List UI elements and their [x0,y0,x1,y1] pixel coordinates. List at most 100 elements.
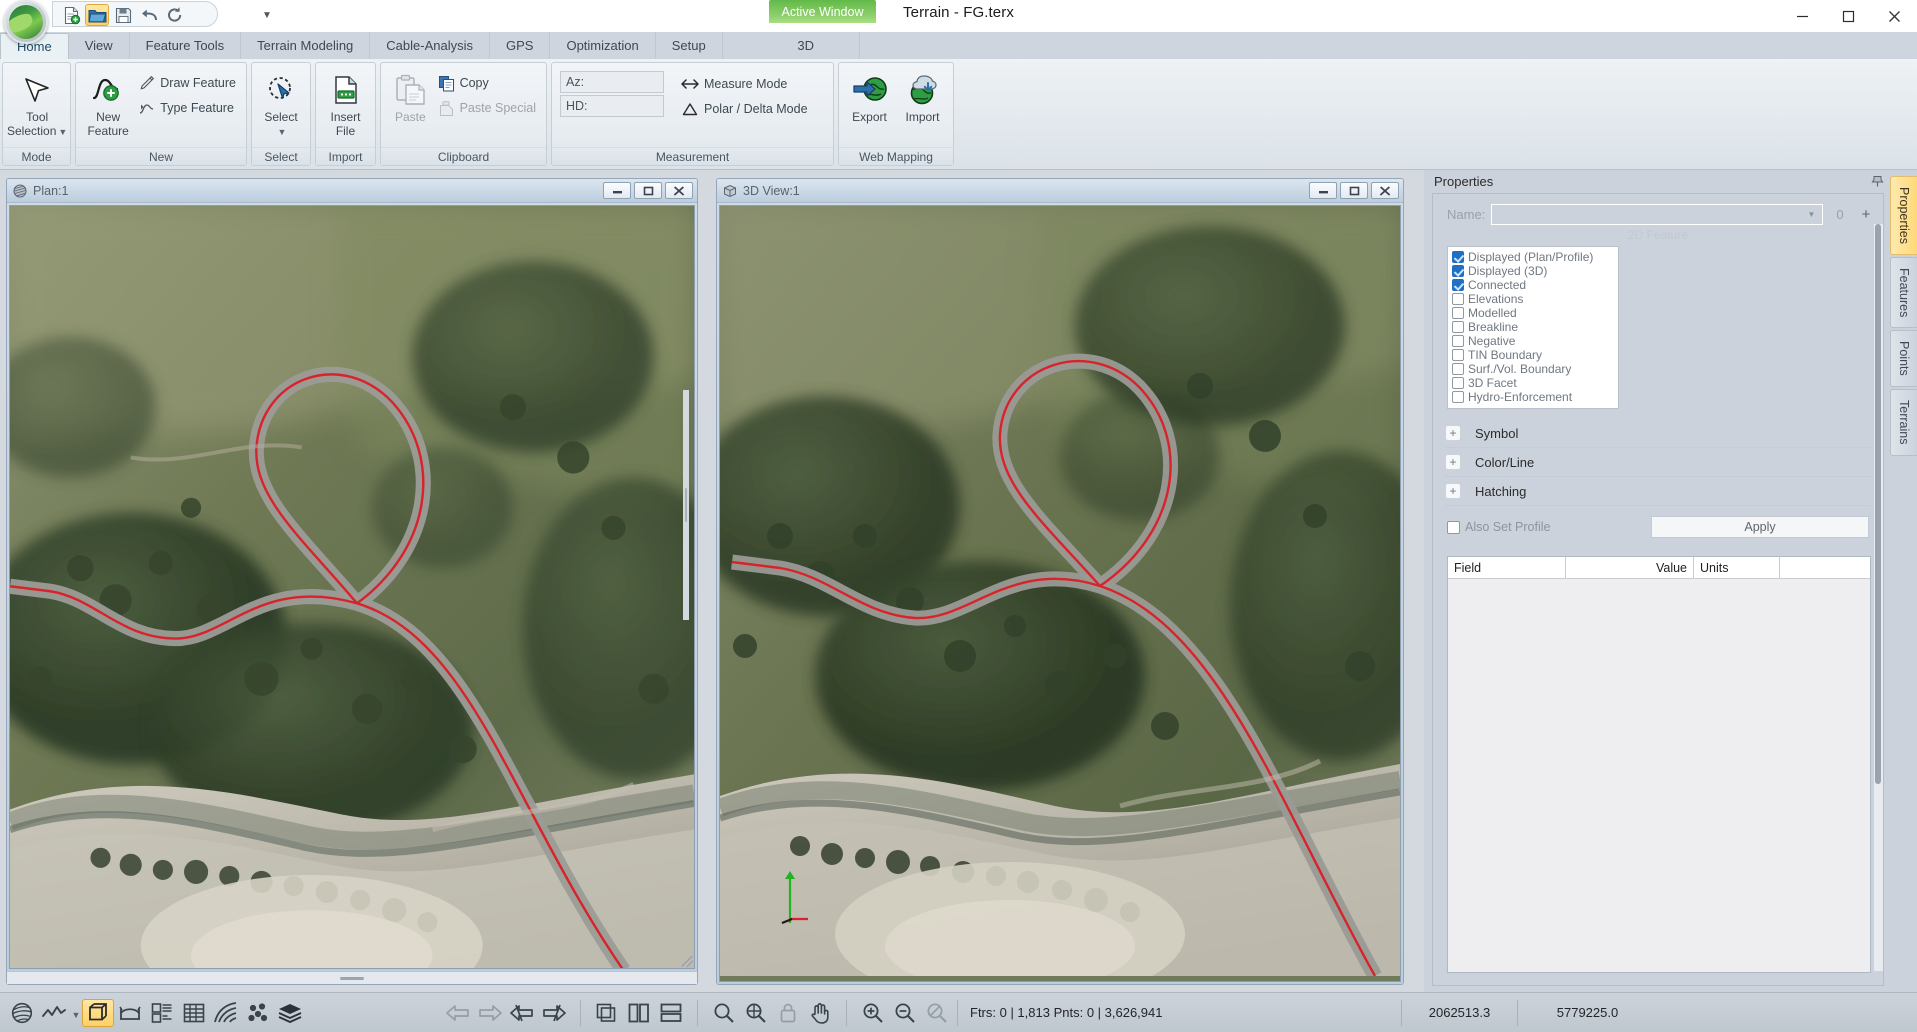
insert-file-button[interactable]: Insert File [320,67,371,138]
tab-terrain-modeling[interactable]: Terrain Modeling [241,32,371,59]
profile-icon[interactable] [38,999,70,1027]
grid-header-units[interactable]: Units [1694,557,1780,578]
grid-header-value[interactable]: Value [1566,557,1694,578]
checkbox-surf-vol-boundary[interactable]: Surf./Vol. Boundary [1452,362,1614,376]
checkbox-connected[interactable]: Connected [1452,278,1614,292]
plan-minimize-button[interactable] [603,182,631,199]
tab-feature-tools[interactable]: Feature Tools [130,32,242,59]
new-feature-button[interactable]: New Feature [80,67,136,138]
azimuth-field[interactable]: Az: [560,71,664,93]
polar-delta-mode-button[interactable]: Polar / Delta Mode [679,98,814,120]
table-icon[interactable] [178,999,210,1027]
chevron-down-icon[interactable]: ▼ [1803,206,1820,223]
plan-maximize-button[interactable] [634,182,662,199]
checkbox-3d-facet[interactable]: 3D Facet [1452,376,1614,390]
tab-view[interactable]: View [69,32,130,59]
pan-icon[interactable] [804,999,836,1027]
expand-icon[interactable]: + [1445,425,1461,441]
checkbox-modelled[interactable]: Modelled [1452,306,1614,320]
plan-resize-grip[interactable] [682,956,693,967]
zoom-none-icon[interactable] [921,999,953,1027]
undo-view-icon[interactable] [506,999,538,1027]
checkbox-breakline[interactable]: Breakline [1452,320,1614,334]
3d-minimize-button[interactable] [1309,182,1337,199]
report-icon[interactable] [146,999,178,1027]
plan-close-button[interactable] [665,182,693,199]
select-button[interactable]: Select ▼ [256,67,306,139]
plan-horizontal-scrollbar[interactable] [7,971,697,984]
checkbox-also-set-profile[interactable]: Also Set Profile [1447,520,1550,534]
paste-button[interactable]: Paste [385,67,436,124]
application-menu-orb[interactable] [4,0,48,44]
expand-icon[interactable]: + [1445,454,1461,470]
properties-panel-scrollbar[interactable] [1874,224,1883,971]
expand-icon[interactable]: + [1445,483,1461,499]
3d-view-icon[interactable] [82,998,114,1027]
section-color-line[interactable]: + Color/Line [1445,448,1871,477]
sidebar-item-terrains[interactable]: Terrains [1890,389,1917,456]
tab-3d[interactable]: 3D [753,32,860,59]
3d-close-button[interactable] [1371,182,1399,199]
measure-mode-button[interactable]: Measure Mode [679,73,814,95]
cross-section-icon[interactable] [114,999,146,1027]
sidebar-item-features[interactable]: Features [1890,256,1917,329]
sidebar-item-properties[interactable]: Properties [1890,176,1917,255]
window-close-button[interactable] [1871,0,1917,32]
copy-button[interactable]: Copy [436,72,542,94]
feature-name-combobox[interactable]: ▼ [1491,204,1823,225]
plan-view-title-bar[interactable]: Plan:1 [7,179,697,203]
checkbox-displayed-3d[interactable]: Displayed (3D) [1452,264,1614,278]
web-export-button[interactable]: Export [843,67,896,124]
add-feature-button[interactable]: + [1857,206,1875,224]
undo-icon[interactable] [137,4,161,26]
window-maximize-button[interactable] [1825,0,1871,32]
view-splitter[interactable] [683,390,689,620]
forward-icon[interactable] [474,999,506,1027]
tile-horizontal-icon[interactable] [655,999,687,1027]
grid-header-field[interactable]: Field [1448,557,1566,578]
zoom-extents-icon[interactable] [740,999,772,1027]
tool-selection-button[interactable]: Tool Selection ▼ [7,67,67,139]
zoom-out-icon[interactable] [889,999,921,1027]
3d-view-title-bar[interactable]: 3D View:1 [717,179,1403,203]
draw-feature-button[interactable]: Draw Feature [136,72,242,94]
web-import-button[interactable]: Import [896,67,949,124]
horizontal-distance-field[interactable]: HD: [560,95,664,117]
type-feature-button[interactable]: Type Feature [136,97,242,119]
checkbox-displayed-plan-profile[interactable]: Displayed (Plan/Profile) [1452,250,1614,264]
section-hatching[interactable]: + Hatching [1445,477,1871,506]
zoom-in-icon[interactable] [857,999,889,1027]
open-file-icon[interactable] [85,4,109,26]
redo-icon[interactable] [163,4,187,26]
section-symbol[interactable]: + Symbol [1445,419,1871,448]
sidebar-item-points[interactable]: Points [1890,330,1917,388]
checkbox-negative[interactable]: Negative [1452,334,1614,348]
redo-view-icon[interactable] [538,999,570,1027]
view-dropdown-caret[interactable]: ▼ [70,999,82,1027]
3d-view-canvas[interactable] [719,205,1401,982]
lock-icon[interactable] [772,999,804,1027]
chevron-down-icon[interactable]: ▼ [278,127,287,137]
qat-customize-icon[interactable]: ▼ [259,7,275,23]
tab-gps[interactable]: GPS [490,32,551,59]
window-minimize-button[interactable] [1779,0,1825,32]
apply-button[interactable]: Apply [1651,516,1869,538]
tile-vertical-icon[interactable] [623,999,655,1027]
tab-optimization[interactable]: Optimization [550,32,656,59]
pin-icon[interactable] [1871,175,1884,188]
grid-header-blank[interactable] [1780,557,1870,578]
checkbox-tin-boundary[interactable]: TIN Boundary [1452,348,1614,362]
scrollbar-thumb[interactable] [1875,224,1881,784]
cascade-icon[interactable] [591,999,623,1027]
properties-grid[interactable]: Field Value Units [1447,556,1871,973]
plan-view-canvas[interactable] [9,205,695,969]
layers-icon[interactable] [274,999,306,1027]
3d-maximize-button[interactable] [1340,182,1368,199]
points-icon[interactable] [242,999,274,1027]
checkbox-hydro-enforcement[interactable]: Hydro-Enforcement [1452,390,1614,404]
contours-icon[interactable] [210,999,242,1027]
save-file-icon[interactable] [111,4,135,26]
tab-cable-analysis[interactable]: Cable-Analysis [370,32,490,59]
back-icon[interactable] [442,999,474,1027]
new-file-icon[interactable] [59,4,83,26]
